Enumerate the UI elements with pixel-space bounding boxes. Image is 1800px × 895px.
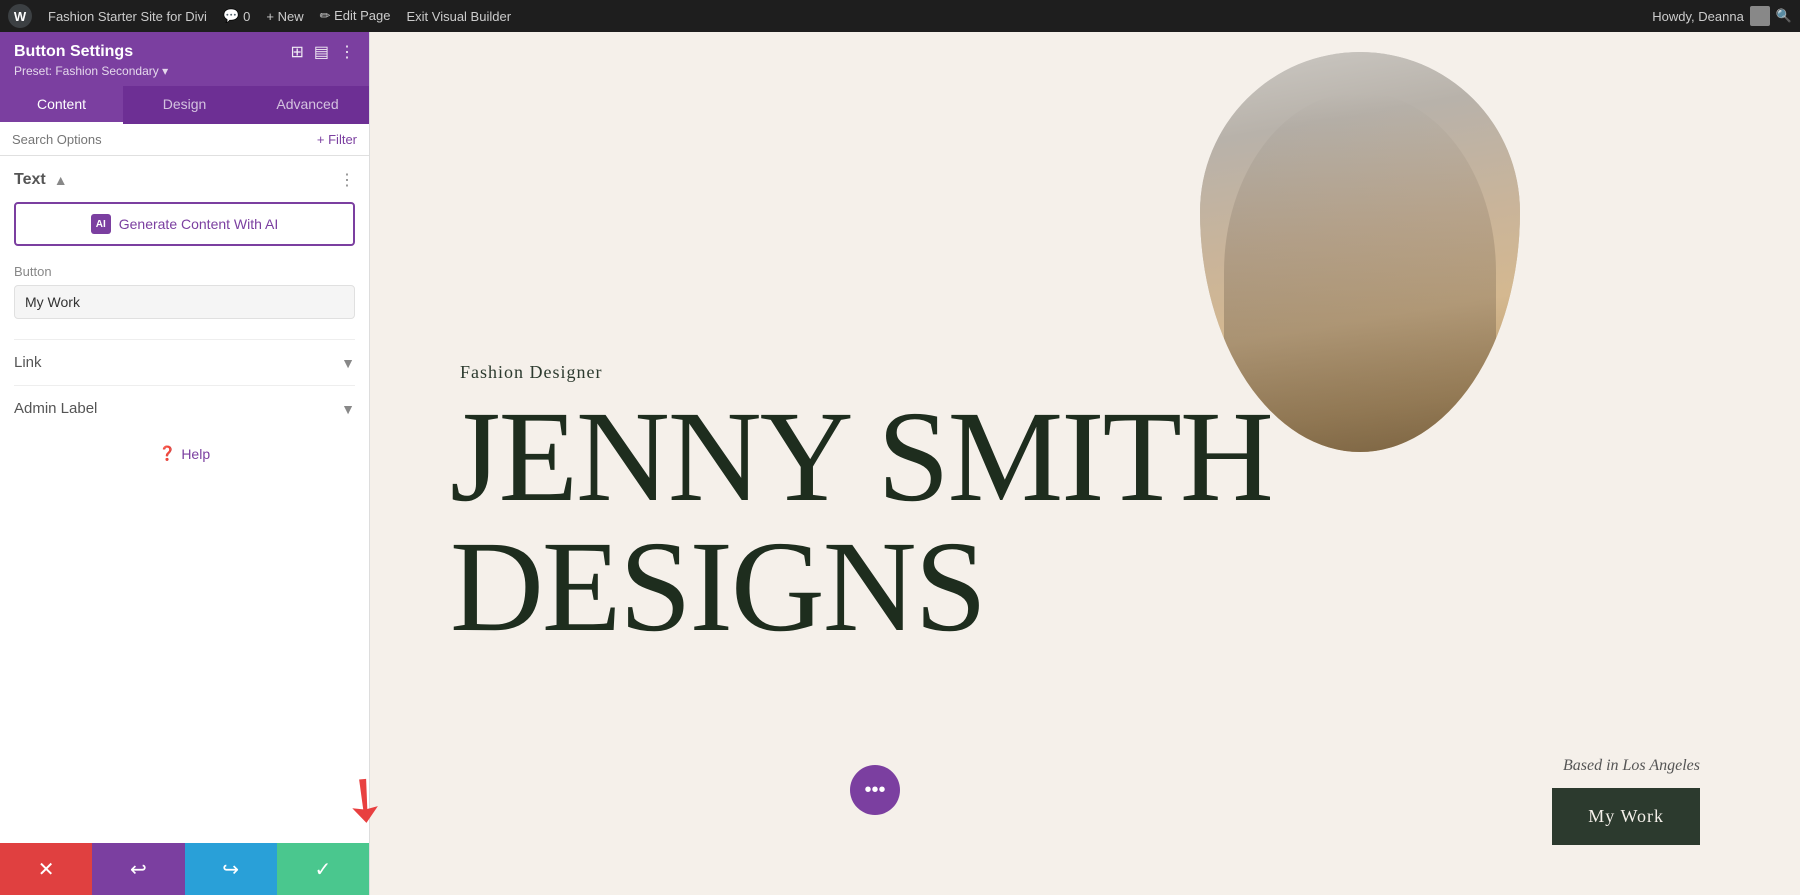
admin-label-title: Admin Label (14, 400, 97, 417)
admin-label-section: Admin Label ▼ (14, 385, 355, 431)
fashion-designer-label: Fashion Designer (460, 362, 602, 383)
help-label: Help (181, 446, 210, 462)
wp-admin-bar: W Fashion Starter Site for Divi 💬 0 + Ne… (0, 0, 1800, 32)
admin-label-header[interactable]: Admin Label ▼ (14, 400, 355, 431)
tab-content[interactable]: Content (0, 86, 123, 124)
save-icon: ✓ (314, 857, 331, 882)
panel-title: Button Settings (14, 43, 133, 61)
text-section-header: Text ▲ ⋮ (14, 170, 355, 190)
filter-button[interactable]: + Filter (317, 132, 357, 147)
hero-name-line2: DESIGNS (450, 522, 1272, 652)
section-options-icon[interactable]: ⋮ (339, 170, 355, 190)
panel-layout-icon[interactable]: ▤ (314, 42, 329, 62)
link-chevron-icon: ▼ (341, 355, 355, 371)
panel-preset[interactable]: Preset: Fashion Secondary ▾ (14, 64, 355, 78)
search-input[interactable] (12, 132, 309, 147)
wp-logo-icon[interactable]: W (8, 4, 32, 28)
site-name[interactable]: Fashion Starter Site for Divi (48, 9, 207, 24)
comment-icon[interactable]: 💬 0 (223, 8, 250, 24)
panel-content: Text ▲ ⋮ AI Generate Content With AI But… (0, 156, 369, 895)
help-section: ❓ Help (14, 431, 355, 477)
section-collapse-icon[interactable]: ▲ (54, 172, 68, 188)
cancel-button[interactable]: ✕ (0, 843, 92, 895)
admin-label-chevron-icon: ▼ (341, 401, 355, 417)
exit-visual-builder-button[interactable]: Exit Visual Builder (406, 9, 511, 24)
tab-design[interactable]: Design (123, 86, 246, 124)
based-in-label: Based in Los Angeles (1563, 757, 1700, 775)
link-section: Link ▼ (14, 339, 355, 385)
panel-header: Button Settings ⊞ ▤ ⋮ Preset: Fashion Se… (0, 32, 369, 86)
generate-content-label: Generate Content With AI (119, 216, 279, 232)
edit-page-button[interactable]: ✏ Edit Page (320, 8, 391, 24)
dots-fab-button[interactable]: ••• (850, 765, 900, 815)
help-button[interactable]: ❓ Help (159, 445, 210, 462)
bottom-bar: ✕ ↩ ↪ ✓ (0, 843, 369, 895)
button-text-input[interactable] (14, 285, 355, 319)
hero-name: JENNY SMITH DESIGNS (450, 392, 1272, 652)
redo-button[interactable]: ↪ (185, 843, 277, 895)
panel-search: + Filter (0, 124, 369, 156)
help-icon: ❓ (159, 445, 176, 462)
link-section-header[interactable]: Link ▼ (14, 354, 355, 385)
cancel-icon: ✕ (38, 857, 55, 882)
dots-fab-icon: ••• (864, 779, 885, 802)
ai-icon: AI (91, 214, 111, 234)
new-button[interactable]: + New (266, 9, 303, 24)
canvas-area: Fashion Designer JENNY SMITH DESIGNS Bas… (370, 32, 1800, 895)
panel-settings-icon[interactable]: ⊞ (290, 42, 303, 62)
my-work-canvas-button[interactable]: My Work (1552, 788, 1700, 845)
save-button[interactable]: ✓ (277, 843, 369, 895)
generate-content-button[interactable]: AI Generate Content With AI (14, 202, 355, 246)
panel-tabs: Content Design Advanced (0, 86, 369, 124)
undo-button[interactable]: ↩ (92, 843, 184, 895)
section-title-text: Text (14, 171, 46, 189)
main-layout: Button Settings ⊞ ▤ ⋮ Preset: Fashion Se… (0, 32, 1800, 895)
hero-section: Fashion Designer JENNY SMITH DESIGNS Bas… (370, 32, 1800, 895)
undo-icon: ↩ (130, 857, 147, 882)
hero-name-line1: JENNY SMITH (450, 392, 1272, 522)
howdy-label: Howdy, Deanna 🔍 (1652, 6, 1792, 26)
search-icon[interactable]: 🔍 (1776, 8, 1792, 24)
button-field-label: Button (14, 264, 355, 279)
link-section-title: Link (14, 354, 42, 371)
tab-advanced[interactable]: Advanced (246, 86, 369, 124)
panel-more-icon[interactable]: ⋮ (339, 42, 355, 62)
avatar (1750, 6, 1770, 26)
left-panel: Button Settings ⊞ ▤ ⋮ Preset: Fashion Se… (0, 32, 370, 895)
panel-header-icons: ⊞ ▤ ⋮ (290, 42, 355, 62)
redo-icon: ↪ (222, 857, 239, 882)
